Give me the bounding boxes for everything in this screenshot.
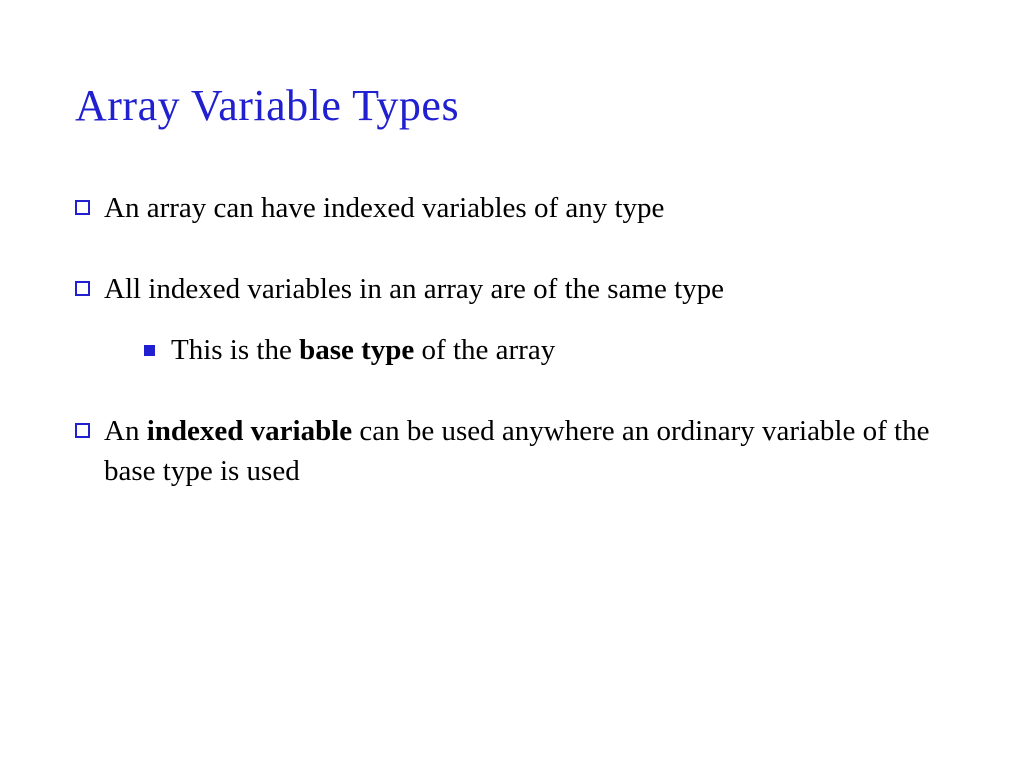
bullet-text: An array can have indexed variables of a…: [104, 189, 949, 228]
square-bullet-icon: [75, 200, 90, 215]
bullet-text: All indexed variables in an array are of…: [104, 273, 724, 305]
text-suffix: of the array: [414, 334, 555, 366]
text-prefix: This is the: [171, 334, 299, 366]
sub-text: This is the base type of the array: [171, 331, 555, 370]
bold-text: base type: [299, 334, 414, 366]
sub-item: This is the base type of the array: [144, 331, 949, 370]
filled-square-bullet-icon: [144, 345, 155, 356]
bullet-list: An array can have indexed variables of a…: [75, 189, 949, 491]
bold-text: indexed variable: [147, 415, 352, 447]
bullet-item: An array can have indexed variables of a…: [75, 189, 949, 228]
bullet-text-container: All indexed variables in an array are of…: [104, 270, 949, 370]
text-prefix: An: [104, 415, 147, 447]
bullet-item: All indexed variables in an array are of…: [75, 270, 949, 370]
bullet-text: An indexed variable can be used anywhere…: [104, 412, 949, 490]
slide-title: Array Variable Types: [75, 80, 949, 131]
sub-list: This is the base type of the array: [144, 331, 949, 370]
square-bullet-icon: [75, 423, 90, 438]
bullet-item: An indexed variable can be used anywhere…: [75, 412, 949, 490]
square-bullet-icon: [75, 281, 90, 296]
